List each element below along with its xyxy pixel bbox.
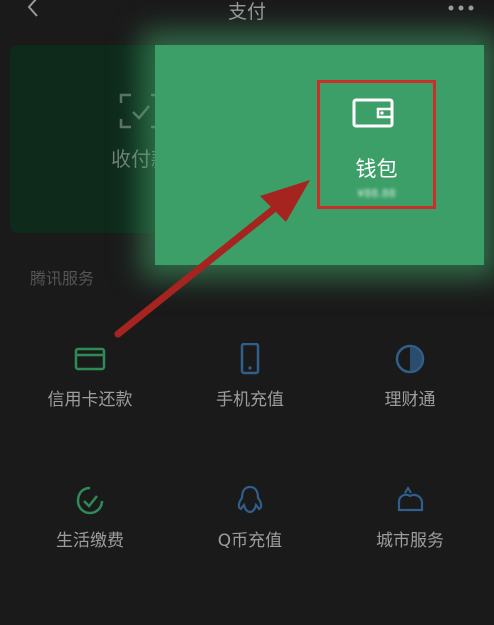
service-label: 信用卡还款 [47,390,133,410]
wallet-icon [352,98,394,128]
wallet-button[interactable]: 钱包 ¥88.88 [317,80,436,209]
section-title: 腾讯服务 [30,269,95,288]
service-label: Q币充值 [217,531,283,551]
wallet-balance: ¥88.88 [357,187,396,200]
service-phone-topup[interactable]: 手机充值 [175,343,325,410]
qq-penguin-icon [237,485,263,514]
finance-icon [395,344,425,374]
service-utility[interactable]: 生活缴费 [15,484,165,551]
service-q-coin[interactable]: Q币充值 [175,484,325,551]
more-dots-icon[interactable] [446,2,476,14]
utility-icon [76,486,104,515]
top-bar: 支付 [0,0,494,30]
page-title: 支付 [227,1,266,23]
wallet-label: 钱包 [355,157,398,181]
phone-icon [240,343,260,375]
service-label: 生活缴费 [56,531,124,551]
service-finance[interactable]: 理财通 [335,343,485,410]
credit-card-icon [74,347,106,371]
service-city[interactable]: 城市服务 [335,484,485,551]
city-icon [397,486,424,512]
service-credit-card[interactable]: 信用卡还款 [15,343,165,410]
service-label: 城市服务 [376,531,444,551]
service-label: 理财通 [384,390,436,410]
service-label: 手机充值 [216,390,284,410]
